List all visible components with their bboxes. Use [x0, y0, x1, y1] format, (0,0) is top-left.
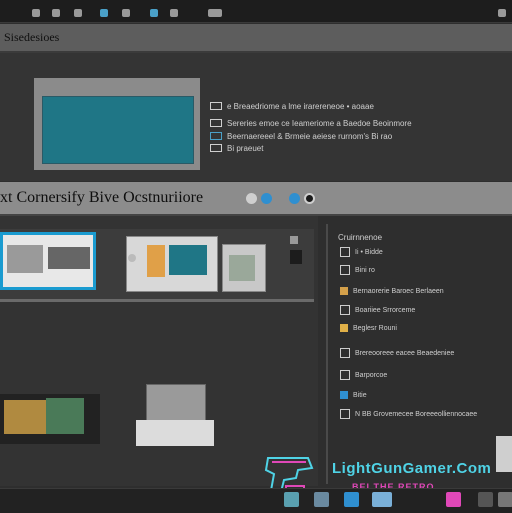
device-screen	[46, 398, 84, 434]
thumbnail-image	[48, 247, 90, 269]
taskbar	[0, 488, 512, 513]
settings-icon[interactable]	[304, 193, 315, 204]
laptop-screen[interactable]	[146, 384, 206, 422]
property-label: Ii • Bidde	[355, 248, 383, 256]
property-row[interactable]: Barporcoe	[340, 369, 387, 381]
side-panel-thumb[interactable]	[496, 436, 512, 472]
property-label: Barporcoe	[355, 371, 388, 379]
banner-title: Sisedesioes	[4, 30, 60, 44]
property-row[interactable]: Bitie	[340, 389, 367, 401]
property-row[interactable]: Bernaorerie Baroec Berlaeen	[340, 285, 444, 297]
watermark-title: LightGunGamer.Com	[332, 460, 492, 477]
info-text: Beernaereeel & Brmeie aeiese rurnom's Bi…	[227, 131, 393, 141]
taskbar-app-icon[interactable]	[284, 492, 299, 507]
gear-icon	[340, 287, 348, 295]
properties-header: Cruirnnenoe	[338, 233, 383, 242]
globe-icon[interactable]	[261, 193, 272, 204]
property-label: Brereooreee eacee Beaedeniee	[355, 349, 455, 357]
pin-icon	[128, 254, 136, 262]
window-icon[interactable]	[170, 9, 178, 17]
file-icon[interactable]	[74, 9, 82, 17]
thumbnail-image	[229, 255, 255, 281]
gear-icon	[210, 132, 222, 140]
back-icon[interactable]	[246, 193, 257, 204]
image-icon	[340, 391, 348, 399]
property-label: Beglesr Rouni	[353, 324, 397, 332]
list-icon	[340, 247, 350, 257]
help-icon[interactable]	[498, 9, 506, 17]
property-label: Boariiee Srrorceme	[355, 306, 416, 314]
text-icon	[340, 348, 350, 358]
property-row[interactable]: Ii • Bidde	[340, 246, 383, 258]
section-title: xt Cornersify Bive Ocstnuriiore	[0, 189, 204, 206]
property-row[interactable]: N BB Grovemecee Boreeeolliennocaee	[340, 408, 477, 420]
top-toolbar	[0, 0, 512, 23]
thumbnail[interactable]	[222, 244, 266, 292]
thumbnail-image	[169, 245, 207, 275]
side-icon[interactable]	[290, 250, 302, 264]
info-text: Sereries emoe ce Ieameriome a Baedoe Beo…	[227, 118, 412, 128]
preview-screen[interactable]	[42, 96, 194, 164]
laptop-keyboard	[136, 420, 214, 446]
list-icon	[210, 144, 222, 152]
view-icon[interactable]	[122, 9, 130, 17]
thumbnail-image	[147, 245, 165, 277]
edit-icon[interactable]	[100, 9, 108, 17]
device-stack[interactable]	[0, 394, 100, 444]
taskbar-app-icon[interactable]	[314, 492, 329, 507]
info-text: e Breaedriome a lme irarereneoe • aoaae	[227, 101, 374, 111]
star-icon	[340, 324, 348, 332]
tools-icon[interactable]	[150, 9, 158, 17]
taskbar-app-icon[interactable]	[372, 492, 392, 507]
info-row: Beernaereeel & Brmeie aeiese rurnom's Bi…	[210, 130, 392, 142]
taskbar-app-icon[interactable]	[498, 492, 512, 507]
taskbar-app-icon[interactable]	[478, 492, 493, 507]
property-label: N BB Grovemecee Boreeeolliennocaee	[355, 410, 478, 418]
device-screen	[4, 400, 46, 434]
info-row: Bi praeuet	[210, 142, 263, 154]
list-icon	[210, 102, 222, 110]
grid-icon[interactable]	[208, 9, 222, 17]
text-icon	[340, 409, 350, 419]
pane-divider[interactable]	[326, 224, 328, 484]
property-label: Bini ro	[355, 266, 375, 274]
property-row[interactable]: Bini ro	[340, 264, 375, 276]
taskbar-app-icon[interactable]	[344, 492, 359, 507]
list-icon	[340, 265, 350, 275]
title-banner: Sisedesioes	[0, 24, 512, 53]
more-icon[interactable]	[290, 236, 298, 244]
property-label: Bitie	[353, 391, 367, 399]
text-icon	[340, 370, 350, 380]
info-text: Bi praeuet	[227, 143, 264, 153]
thumbnail-image	[7, 245, 43, 273]
property-row[interactable]: Brereooreee eacee Beaedeniee	[340, 347, 454, 359]
property-label: Bernaorerie Baroec Berlaeen	[353, 287, 444, 295]
taskbar-app-icon[interactable]	[446, 492, 461, 507]
property-row[interactable]: Beglesr Rouni	[340, 322, 397, 334]
info-row: e Breaedriome a lme irarereneoe • aoaae	[210, 100, 374, 112]
property-row[interactable]: Boariiee Srrorceme	[340, 304, 415, 316]
thumbnail-selected[interactable]	[0, 232, 96, 290]
app-icon[interactable]	[32, 9, 40, 17]
list-icon	[210, 119, 222, 127]
info-row: Sereries emoe ce Ieameriome a Baedoe Beo…	[210, 117, 412, 129]
list-icon	[340, 305, 350, 315]
share-icon[interactable]	[289, 193, 300, 204]
tab-icon[interactable]	[52, 9, 60, 17]
section-header: xt Cornersify Bive Ocstnuriiore	[0, 182, 512, 216]
thumbnail[interactable]	[126, 236, 218, 292]
